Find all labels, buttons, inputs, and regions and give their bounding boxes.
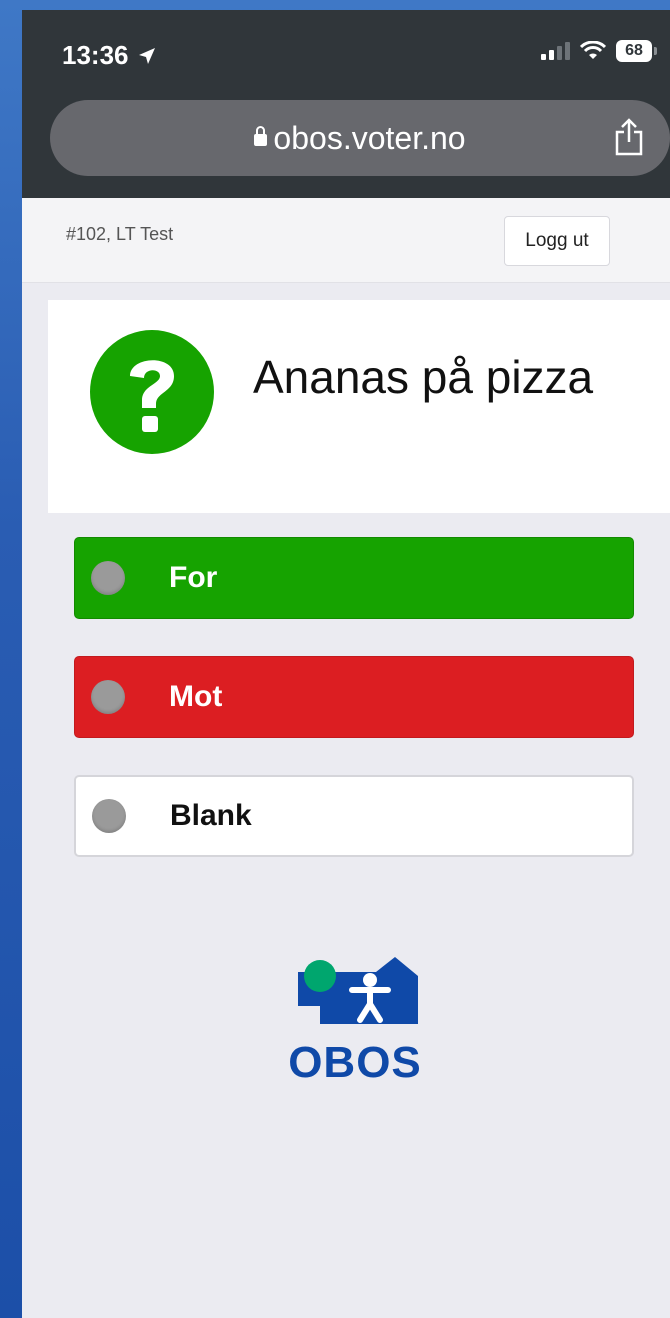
status-time: 13:36 (62, 40, 157, 71)
share-icon[interactable] (614, 118, 644, 156)
url-display[interactable]: obos.voter.no (50, 120, 670, 157)
obos-house-icon (298, 957, 418, 1024)
vote-option-mot[interactable]: Mot (74, 656, 634, 738)
option-label: Blank (170, 799, 252, 832)
question-mark-icon (90, 330, 214, 454)
radio-button[interactable] (91, 561, 125, 595)
question-title: Ananas på pizza (253, 351, 594, 403)
radio-button[interactable] (92, 799, 126, 833)
question-card: Ananas på pizza (48, 300, 670, 513)
location-arrow-icon (138, 47, 155, 64)
cellular-signal-icon (541, 42, 570, 60)
wifi-icon (580, 41, 606, 59)
address-bar[interactable]: obos.voter.no (50, 100, 670, 176)
logout-button[interactable]: Logg ut (504, 216, 610, 266)
radio-button[interactable] (91, 680, 125, 714)
phone-screen: 13:36 68 obos.voter.no #102, LT Test Log… (22, 10, 670, 1318)
lock-icon (254, 126, 268, 146)
obos-logo-text: OBOS (288, 1038, 422, 1087)
system-icons: 68 (541, 40, 657, 62)
option-label: Mot (169, 680, 223, 713)
meeting-header: #102, LT Test Logg ut (22, 198, 670, 283)
battery-indicator: 68 (616, 40, 657, 62)
vote-option-for[interactable]: For (74, 537, 634, 619)
browser-toolbar: obos.voter.no (22, 96, 670, 198)
meeting-label: #102, LT Test (66, 224, 174, 244)
status-bar: 13:36 68 (22, 10, 670, 96)
option-label: For (169, 561, 218, 594)
obos-logo: OBOS (280, 952, 430, 1087)
vote-option-blank[interactable]: Blank (74, 775, 634, 857)
